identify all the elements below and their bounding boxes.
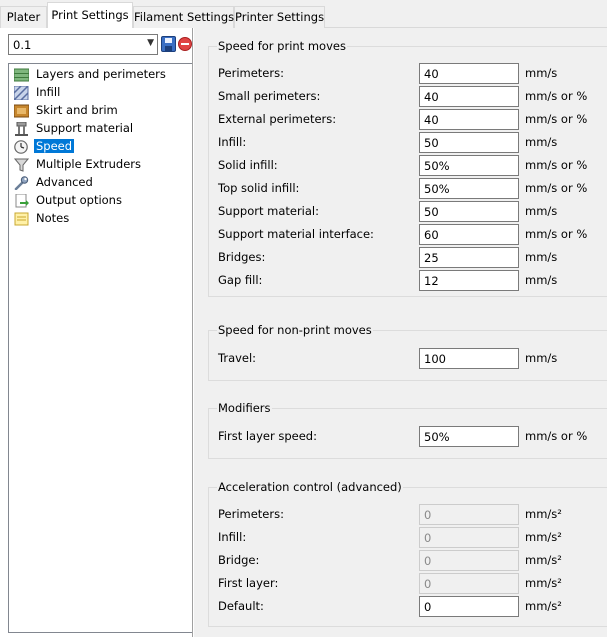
note-icon: [14, 212, 29, 226]
tab-print-settings[interactable]: Print Settings: [47, 2, 133, 29]
group-speed-print-moves: Speed for print moves Perimeters: 40 mm/…: [208, 39, 607, 297]
group-acceleration-control: Acceleration control (advanced) Perimete…: [208, 480, 607, 627]
unit-label: mm/s: [525, 204, 558, 218]
layers-icon: [14, 68, 29, 82]
group-title: Speed for non-print moves: [217, 323, 373, 337]
setting-label: Support material interface:: [218, 227, 374, 241]
chevron-down-icon: ▼: [147, 38, 154, 48]
setting-label: Support material:: [218, 204, 319, 218]
unit-label: mm/s²: [525, 530, 562, 544]
tree-item-label: Skirt and brim: [36, 103, 118, 117]
output-page-icon: [15, 194, 29, 208]
support-material-speed-input[interactable]: 50: [419, 201, 519, 222]
setting-label: Perimeters:: [218, 507, 284, 521]
wrench-icon: [14, 176, 29, 190]
setting-label: External perimeters:: [218, 112, 337, 126]
delete-preset-icon[interactable]: [178, 37, 192, 51]
top-solid-infill-speed-input[interactable]: 50%: [419, 178, 519, 199]
group-title: Acceleration control (advanced): [217, 480, 403, 494]
left-panel: 0.1 ▼ Layers and perimeters Infill Skirt…: [0, 28, 200, 637]
unit-label: mm/s²: [525, 599, 562, 613]
setting-label: Solid infill:: [218, 158, 278, 172]
group-title: Modifiers: [217, 401, 272, 415]
support-material-icon: [15, 122, 28, 136]
unit-label: mm/s or %: [525, 89, 588, 103]
travel-speed-input[interactable]: 100: [419, 348, 519, 369]
preset-select[interactable]: 0.1 ▼: [8, 34, 158, 55]
tree-item-label: Advanced: [36, 175, 93, 189]
external-perimeters-speed-input[interactable]: 40: [419, 109, 519, 130]
support-interface-speed-input[interactable]: 60: [419, 224, 519, 245]
unit-label: mm/s²: [525, 553, 562, 567]
first-layer-speed-input[interactable]: 50%: [419, 426, 519, 447]
tree-item-label: Multiple Extruders: [36, 157, 142, 171]
setting-label: Infill:: [218, 530, 247, 544]
setting-label: Perimeters:: [218, 66, 284, 80]
tree-item-label: Support material: [36, 121, 134, 135]
tree-item-label: Layers and perimeters: [36, 67, 166, 81]
perimeters-accel-input[interactable]: 0: [419, 504, 519, 525]
tab-printer-settings[interactable]: Printer Settings: [234, 6, 325, 28]
tab-bar: Plater Print Settings Filament Settings …: [0, 0, 607, 29]
tree-item-label: Speed: [34, 139, 75, 153]
setting-label: First layer speed:: [218, 429, 317, 443]
setting-label: Gap fill:: [218, 273, 263, 287]
unit-label: mm/s or %: [525, 181, 588, 195]
funnel-icon: [14, 158, 29, 172]
infill-icon: [14, 86, 29, 100]
panel-divider: [192, 28, 193, 637]
infill-speed-input[interactable]: 50: [419, 132, 519, 153]
default-accel-input[interactable]: 0: [419, 596, 519, 617]
gap-fill-speed-input[interactable]: 12: [419, 270, 519, 291]
group-title: Speed for print moves: [217, 39, 347, 53]
tab-plater[interactable]: Plater: [0, 6, 47, 28]
unit-label: mm/s: [525, 66, 558, 80]
small-perimeters-speed-input[interactable]: 40: [419, 86, 519, 107]
unit-label: mm/s: [525, 351, 558, 365]
unit-label: mm/s or %: [525, 112, 588, 126]
save-preset-icon[interactable]: [161, 36, 176, 52]
skirt-brim-icon: [14, 104, 29, 118]
setting-label: Travel:: [218, 351, 257, 365]
first-layer-accel-input[interactable]: 0: [419, 573, 519, 594]
tree-item-label: Infill: [36, 85, 61, 99]
unit-label: mm/s or %: [525, 429, 588, 443]
setting-label: Infill:: [218, 135, 247, 149]
tree-item-label: Notes: [36, 211, 70, 225]
setting-label: Bridges:: [218, 250, 266, 264]
unit-label: mm/s or %: [525, 158, 588, 172]
settings-tree: Layers and perimeters Infill Skirt and b…: [8, 63, 193, 633]
infill-accel-input[interactable]: 0: [419, 527, 519, 548]
group-speed-non-print-moves: Speed for non-print moves Travel: 100 mm…: [208, 323, 607, 381]
unit-label: mm/s²: [525, 507, 562, 521]
bridges-speed-input[interactable]: 25: [419, 247, 519, 268]
bridge-accel-input[interactable]: 0: [419, 550, 519, 571]
unit-label: mm/s²: [525, 576, 562, 590]
setting-label: Top solid infill:: [218, 181, 300, 195]
tree-item-label: Output options: [36, 193, 122, 207]
tab-filament-settings[interactable]: Filament Settings: [133, 6, 234, 28]
setting-label: Small perimeters:: [218, 89, 321, 103]
setting-label: First layer:: [218, 576, 279, 590]
perimeters-speed-input[interactable]: 40: [419, 63, 519, 84]
group-modifiers: Modifiers First layer speed: 50% mm/s or…: [208, 401, 607, 459]
settings-panel: Speed for print moves Perimeters: 40 mm/…: [194, 28, 607, 637]
setting-label: Bridge:: [218, 553, 260, 567]
unit-label: mm/s: [525, 250, 558, 264]
preset-value: 0.1: [13, 38, 32, 52]
unit-label: mm/s: [525, 135, 558, 149]
unit-label: mm/s or %: [525, 227, 588, 241]
setting-label: Default:: [218, 599, 264, 613]
speed-clock-icon: [14, 140, 28, 154]
unit-label: mm/s: [525, 273, 558, 287]
solid-infill-speed-input[interactable]: 50%: [419, 155, 519, 176]
